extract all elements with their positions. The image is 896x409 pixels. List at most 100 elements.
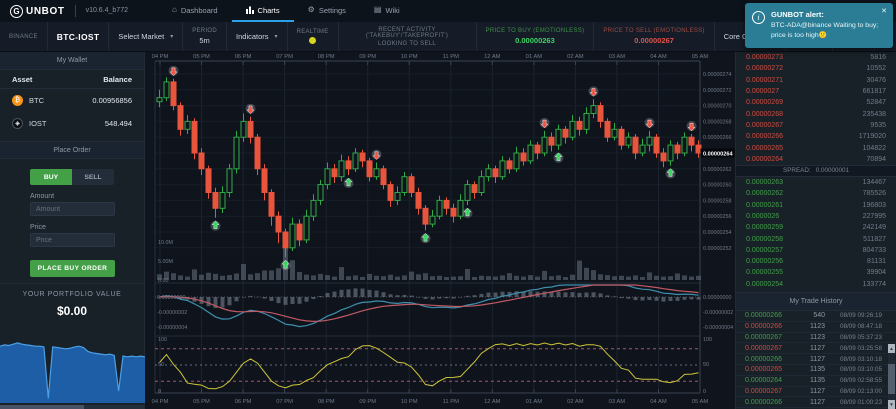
right-panel: 0.00000273 5816 0.00000272 10552 0.00000… <box>735 52 896 409</box>
asset-name: BTC <box>29 96 44 105</box>
trade-amount: 1135 <box>809 377 825 385</box>
orderbook-ask-row[interactable]: 0.0000027 661817 <box>736 86 896 97</box>
place-buy-order-button[interactable]: PLACE BUY ORDER <box>30 260 115 277</box>
svg-text:01 AM: 01 AM <box>526 399 543 405</box>
orderbook-bid-row[interactable]: 0.00000256 81131 <box>736 256 896 267</box>
trade-history-row: 0.00000266 1127 08/09 01:00:23 <box>736 397 896 409</box>
order-price: 0.00000256 <box>746 258 783 266</box>
price-to-sell-value: 0.00000267 <box>634 36 674 45</box>
period-selector[interactable]: PERIOD 5m <box>183 22 228 51</box>
nav-item-wiki[interactable]: ▤ Wiki <box>360 0 414 22</box>
svg-text:01 AM: 01 AM <box>526 54 543 60</box>
svg-text:03 AM: 03 AM <box>609 54 626 60</box>
trade-price: 0.00000264 <box>745 377 782 385</box>
price-to-sell: PRICE TO SELL (EMOTIONLESS) 0.00000267 <box>594 22 715 51</box>
price-field[interactable] <box>30 233 115 247</box>
sell-tab[interactable]: SELL <box>72 169 114 185</box>
svg-text:04 AM: 04 AM <box>650 399 667 405</box>
nav-item-settings[interactable]: ⚙ Settings <box>294 0 360 22</box>
svg-text:0.00000254: 0.00000254 <box>703 230 731 236</box>
svg-text:5.00M: 5.00M <box>158 259 173 265</box>
svg-text:11 PM: 11 PM <box>443 54 459 60</box>
wallet-title: My Wallet <box>0 52 144 70</box>
orderbook-ask-row[interactable]: 0.00000267 9535 <box>736 120 896 131</box>
svg-text:-0.00000002: -0.00000002 <box>703 310 733 316</box>
orderbook-ask-row[interactable]: 0.00000269 52847 <box>736 97 896 108</box>
orderbook-ask-row[interactable]: 0.00000264 70894 <box>736 154 896 165</box>
amount-field[interactable] <box>30 202 115 216</box>
orderbook-asks: 0.00000273 5816 0.00000272 10552 0.00000… <box>736 52 896 165</box>
svg-text:0.00000252: 0.00000252 <box>703 246 731 252</box>
scroll-up-icon[interactable]: ▲ <box>888 344 895 353</box>
svg-text:100: 100 <box>158 337 167 343</box>
nav-item-dashboard[interactable]: ⌂ Dashboard <box>158 0 232 22</box>
svg-text:05 AM: 05 AM <box>692 54 709 60</box>
orderbook-bid-row[interactable]: 0.0000026 227995 <box>736 211 896 222</box>
trade-time: 08/09 01:00:23 <box>839 398 882 406</box>
order-price: 0.00000257 <box>746 246 783 254</box>
svg-text:0.00000264: 0.00000264 <box>703 152 733 158</box>
svg-text:-0.00000004: -0.00000004 <box>157 325 187 331</box>
nav-label-wiki: Wiki <box>385 5 400 15</box>
select-market-dropdown[interactable]: Select Market ▾ <box>109 22 184 51</box>
gear-icon: ⚙ <box>307 5 315 14</box>
orderbook-ask-row[interactable]: 0.00000273 5816 <box>736 52 896 63</box>
main-nav: ⌂ Dashboard Charts ⚙ Settings ▤ Wiki <box>158 0 414 22</box>
scrollbar-thumb[interactable] <box>0 405 84 409</box>
svg-text:03 AM: 03 AM <box>609 399 626 405</box>
portfolio-title: YOUR PORTFOLIO VALUE <box>22 291 122 298</box>
svg-text:02 AM: 02 AM <box>567 54 584 60</box>
current-pair: BTC-IOST <box>48 22 110 51</box>
realtime-status: REALTIME <box>288 22 339 51</box>
orderbook-bid-row[interactable]: 0.00000255 39904 <box>736 267 896 278</box>
order-price: 0.00000261 <box>746 201 783 209</box>
svg-text:10 PM: 10 PM <box>401 399 418 405</box>
wallet-header-row: Asset Balance <box>0 70 144 89</box>
portfolio-spark-chart <box>0 325 146 405</box>
wallet-col-asset: Asset <box>12 74 33 84</box>
trade-time: 08/09 03:10:18 <box>839 355 882 363</box>
scrollbar-thumb[interactable] <box>888 364 895 394</box>
svg-text:50: 50 <box>158 362 164 368</box>
orderbook-bid-row[interactable]: 0.00000261 196803 <box>736 200 896 211</box>
close-icon[interactable]: ✕ <box>881 7 887 15</box>
svg-text:0.00000268: 0.00000268 <box>703 119 731 125</box>
order-price: 0.0000027 <box>746 88 780 96</box>
order-amount: 30476 <box>866 76 886 84</box>
orderbook-ask-row[interactable]: 0.00000266 1719020 <box>736 131 896 142</box>
orderbook-bid-row[interactable]: 0.00000262 785526 <box>736 188 896 199</box>
orderbook-spread: SPREAD: 0.00000001 <box>736 164 896 177</box>
trade-history-row: 0.00000266 1123 08/09 08:47:18 <box>736 322 896 333</box>
svg-text:04 PM: 04 PM <box>152 54 169 60</box>
nav-item-charts[interactable]: Charts <box>231 0 294 22</box>
sidebar-horizontal-scrollbar[interactable] <box>0 405 144 409</box>
orderbook-ask-row[interactable]: 0.00000271 30476 <box>736 75 896 86</box>
trade-time: 08/09 05:37:23 <box>839 333 882 341</box>
orderbook-bid-row[interactable]: 0.00000254 133774 <box>736 279 896 290</box>
trade-price: 0.00000267 <box>745 344 782 352</box>
scroll-down-icon[interactable]: ▼ <box>888 400 895 409</box>
order-amount: 104822 <box>862 144 886 152</box>
orderbook-bid-row[interactable]: 0.00000257 804733 <box>736 245 896 256</box>
orderbook-ask-row[interactable]: 0.00000265 104822 <box>736 142 896 153</box>
home-icon: ⌂ <box>172 5 177 14</box>
orderbook-ask-row[interactable]: 0.00000272 10552 <box>736 63 896 74</box>
indicators-dropdown[interactable]: Indicators ▾ <box>227 22 288 51</box>
svg-text:0.00000272: 0.00000272 <box>703 88 731 94</box>
svg-text:05 PM: 05 PM <box>193 54 210 60</box>
orderbook-ask-row[interactable]: 0.00000268 235438 <box>736 108 896 119</box>
nav-label-dashboard: Dashboard <box>180 5 218 15</box>
buy-tab[interactable]: BUY <box>30 169 72 185</box>
orderbook-bid-row[interactable]: 0.00000263 134467 <box>736 177 896 188</box>
order-amount: 511827 <box>863 235 886 243</box>
portfolio-section: YOUR PORTFOLIO VALUE $0.00 <box>0 283 146 409</box>
exchange-label: BINANCE <box>0 22 48 51</box>
orderbook-bid-row[interactable]: 0.00000258 511827 <box>736 233 896 244</box>
trade-price: 0.00000267 <box>745 387 782 395</box>
svg-text:09 PM: 09 PM <box>359 54 376 60</box>
price-chart[interactable]: 04 PM 04 PM 05 PM 05 PM 06 PM 06 PM 07 PM 07 PM… <box>145 52 735 409</box>
orderbook-bid-row[interactable]: 0.00000259 242149 <box>736 222 896 233</box>
left-sidebar: My Wallet Asset Balance ₿ BTC 0.00956856… <box>0 52 146 409</box>
gunbot-logo[interactable]: G UNBOT <box>10 4 65 18</box>
trade-time: 08/09 02:13:00 <box>839 387 882 395</box>
